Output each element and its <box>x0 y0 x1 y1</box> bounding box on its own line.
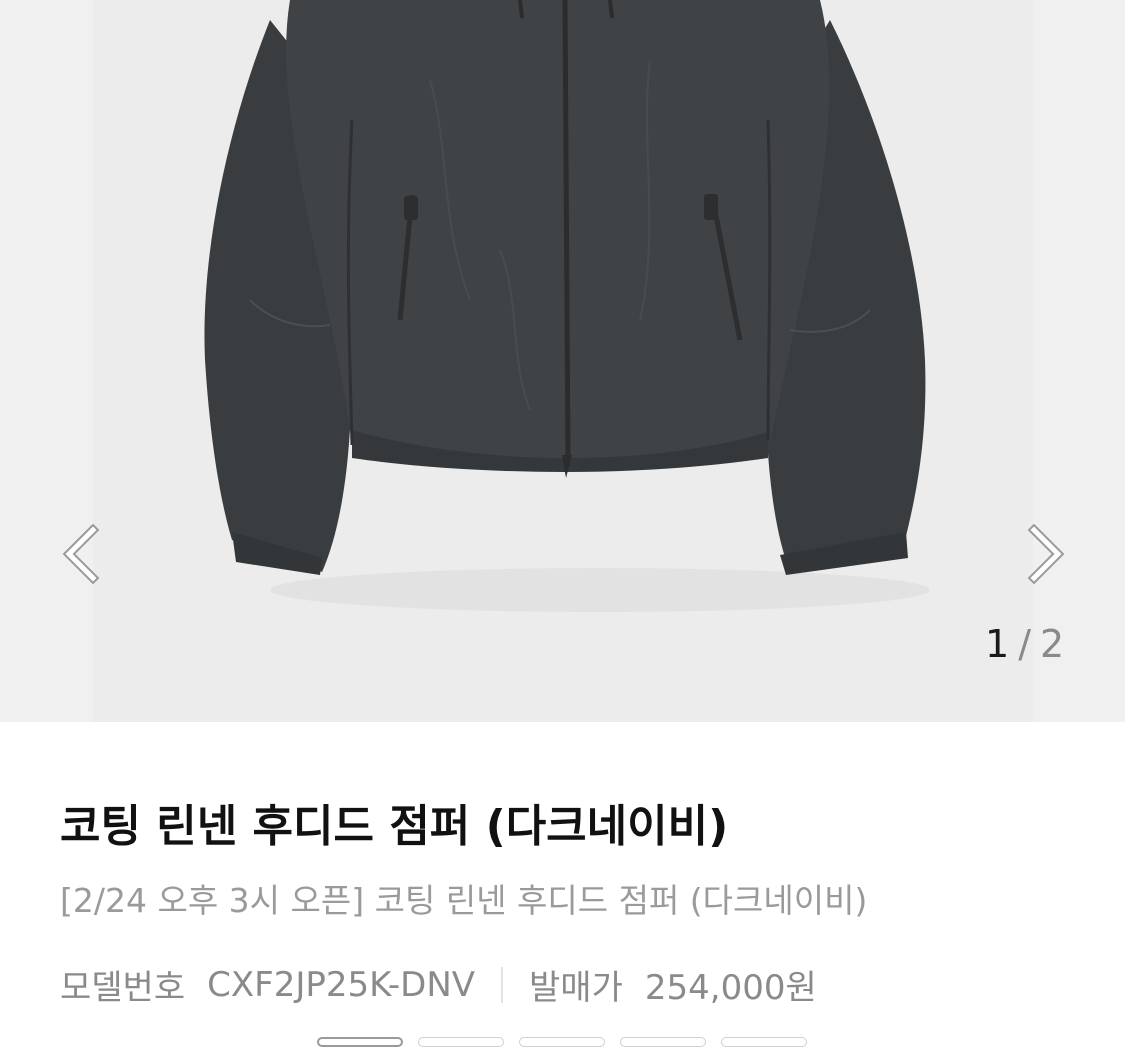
product-image-jacket <box>204 0 930 612</box>
release-price-label: 발매가 <box>529 968 623 1008</box>
product-title: 코팅 린넨 후디드 점퍼 (다크네이비) <box>60 801 729 852</box>
page-separator: / <box>1018 622 1032 666</box>
section-indicator-3[interactable] <box>519 1037 605 1047</box>
release-price-value: 254,000원 <box>644 968 817 1008</box>
product-image-gallery[interactable]: 1/2 <box>0 0 1125 722</box>
section-indicator-2[interactable] <box>418 1037 504 1047</box>
current-page-number: 1 <box>985 622 1011 666</box>
meta-divider <box>501 966 504 1003</box>
section-indicator-1[interactable] <box>317 1037 403 1047</box>
total-page-number: 2 <box>1040 622 1066 666</box>
product-info: 코팅 린넨 후디드 점퍼 (다크네이비) [2/24 오후 3시 오픈] 코팅 … <box>0 722 1125 1051</box>
model-number-value: CXF2JP25K-DNV <box>207 964 476 1005</box>
chevron-right-icon <box>1027 523 1065 585</box>
previous-image-button[interactable] <box>55 523 115 585</box>
product-subtitle: [2/24 오후 3시 오픈] 코팅 린넨 후디드 점퍼 (다크네이비) <box>60 881 868 920</box>
next-image-button[interactable] <box>1012 523 1072 585</box>
section-indicator-5[interactable] <box>721 1037 807 1047</box>
chevron-left-icon <box>62 523 100 585</box>
section-indicator-4[interactable] <box>620 1037 706 1047</box>
section-indicators <box>317 1037 807 1047</box>
model-number-label: 모델번호 <box>60 968 186 1008</box>
product-meta: 모델번호 CXF2JP25K-DNV 발매가 254,000원 <box>60 960 817 1009</box>
image-page-counter: 1/2 <box>985 622 1065 666</box>
